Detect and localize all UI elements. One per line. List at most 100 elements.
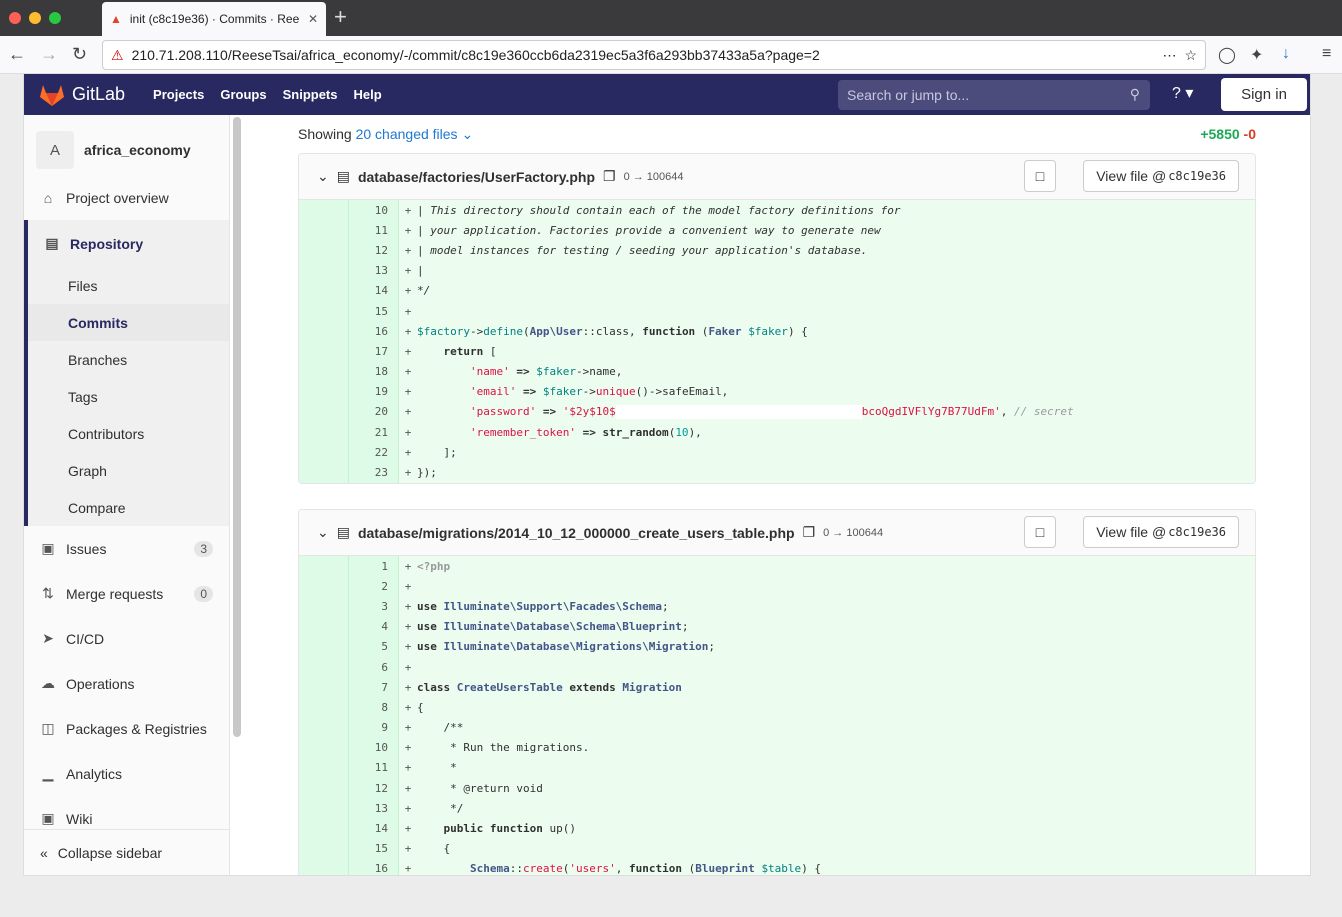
sidebar-subitem-branches[interactable]: Branches (28, 341, 229, 378)
chart-icon: ▁ (42, 765, 54, 781)
chevron-down-icon: ⌄ (461, 126, 474, 142)
sidebar-item-repository[interactable]: ▤ Repository (28, 220, 229, 267)
view-file-button[interactable]: View file @ c8c19e36 (1083, 516, 1239, 548)
view-file-label: View file @ (1096, 168, 1167, 184)
merge-request-icon: ⇅ (42, 585, 54, 601)
file-path[interactable]: database/factories/UserFactory.php (358, 169, 595, 185)
chevron-down-icon[interactable]: ⌄ (317, 524, 329, 541)
file-icon: ▤ (336, 168, 350, 184)
sidebar-subitem-commits[interactable]: Commits (28, 304, 229, 341)
sidebar-item-issues[interactable]: ▣ Issues 3 (24, 526, 229, 571)
sidebar-item-label: Operations (66, 675, 135, 692)
gitlab-tanuki-icon (40, 84, 64, 106)
search-input[interactable]: Search or jump to... ⚲ (838, 80, 1150, 110)
sidebar-subitem-compare[interactable]: Compare (28, 489, 229, 526)
sidebar-item-label: Issues (66, 540, 107, 557)
browser-status-area (0, 876, 1342, 917)
help-dropdown-icon[interactable]: ? ▾ (1172, 83, 1193, 103)
comment-icon: □ (1035, 524, 1045, 540)
search-icon: ⚲ (1129, 86, 1140, 102)
view-file-button[interactable]: View file @ c8c19e36 (1083, 160, 1239, 192)
brand-name: GitLab (72, 84, 126, 104)
diff-code: 1 + <?php 2 + 3 + use Illuminate\Support\Faca… (299, 556, 1255, 875)
nav-groups[interactable]: Groups (220, 87, 266, 102)
sidebar-item-label: Repository (70, 235, 144, 252)
maximize-window-icon[interactable] (49, 12, 61, 24)
issues-icon: ▣ (41, 540, 55, 556)
sidebar-item-label: CI/CD (66, 630, 105, 647)
diff-file-1: ⌄ ▤ database/factories/UserFactory.php ❐… (298, 153, 1256, 484)
toggle-comments-button[interactable]: □ (1024, 160, 1056, 192)
search-placeholder: Search or jump to... (847, 87, 970, 103)
address-input[interactable]: ⚠ 210.71.208.110/ReeseTsai/africa_econom… (102, 40, 1206, 70)
changed-files-summary: Showing 20 changed files ⌄ (298, 126, 473, 143)
gitlab-logo[interactable]: GitLab (40, 84, 125, 106)
collapse-sidebar-label: Collapse sidebar (57, 845, 163, 861)
sidebar-subitem-tags[interactable]: Tags (28, 378, 229, 415)
diff-stats: +5850 -0 (1200, 126, 1256, 142)
view-file-label: View file @ (1096, 524, 1167, 540)
book-icon: ▣ (41, 810, 55, 826)
browser-tab[interactable]: ▲ init (c8c19e36) · Commits · Ree ✕ (102, 2, 326, 36)
copy-path-icon[interactable]: ❐ (603, 168, 616, 185)
file-mode: 0 → 100644 (823, 526, 884, 539)
sidebar-repository-group: ▤ Repository Files Commits Branches Tags … (24, 220, 229, 526)
comment-icon: □ (1035, 168, 1045, 184)
minimize-window-icon[interactable] (29, 12, 41, 24)
copy-path-icon[interactable]: ❐ (803, 524, 816, 541)
showing-label: Showing (298, 126, 352, 142)
view-file-sha: c8c19e36 (1168, 169, 1226, 183)
download-icon[interactable]: ↓ (1282, 45, 1290, 63)
nav-snippets[interactable]: Snippets (283, 87, 338, 102)
close-window-icon[interactable] (9, 12, 21, 24)
commit-diff-content: Showing 20 changed files ⌄ +5850 -0 ⌄ ▤ … (298, 115, 1256, 875)
sidebar-item-label: Merge requests (66, 585, 164, 602)
sidebar-scrollbar[interactable] (233, 117, 241, 737)
extension-icon[interactable]: ✦ (1250, 45, 1263, 65)
toggle-comments-button[interactable]: □ (1024, 516, 1056, 548)
tab-title: init (c8c19e36) · Commits · Ree (129, 12, 300, 26)
reload-icon[interactable]: ↻ (72, 44, 87, 65)
shield-icon[interactable]: ◯ (1218, 45, 1236, 65)
back-icon[interactable]: ← (8, 44, 26, 65)
package-icon: ◫ (41, 720, 55, 736)
sidebar-project-header[interactable]: A africa_economy (24, 125, 229, 175)
sidebar-subitem-files[interactable]: Files (28, 267, 229, 304)
sidebar-subitem-contributors[interactable]: Contributors (28, 415, 229, 452)
view-file-sha: c8c19e36 (1168, 525, 1226, 539)
file-path[interactable]: database/migrations/2014_10_12_000000_cr… (358, 525, 795, 541)
gitlab-favicon-icon: ▲ (110, 12, 122, 26)
sidebar-item-label: Project overview (66, 189, 169, 206)
project-name: africa_economy (84, 142, 191, 158)
sidebar-item-project-overview[interactable]: ⌂ Project overview (24, 175, 229, 220)
nav-projects[interactable]: Projects (153, 87, 204, 102)
sidebar-item-merge-requests[interactable]: ⇅ Merge requests 0 (24, 571, 229, 616)
chevron-down-icon[interactable]: ⌄ (317, 168, 329, 185)
sidebar-item-cicd[interactable]: ➤ CI/CD (24, 616, 229, 661)
close-tab-icon[interactable]: ✕ (308, 12, 318, 26)
cloud-gear-icon: ☁ (41, 675, 55, 691)
sidebar-item-label: Wiki (66, 810, 93, 827)
sidebar-subitem-graph[interactable]: Graph (28, 452, 229, 489)
collapse-sidebar-button[interactable]: « Collapse sidebar (24, 829, 229, 875)
url-bar: ← → ↻ ⚠ 210.71.208.110/ReeseTsai/africa_… (0, 36, 1342, 74)
changed-files-link: 20 changed files (355, 126, 458, 142)
sidebar-item-packages[interactable]: ◫ Packages & Registries (24, 706, 229, 751)
sidebar-item-analytics[interactable]: ▁ Analytics (24, 751, 229, 796)
project-avatar: A (36, 131, 74, 169)
changed-files-dropdown[interactable]: 20 changed files ⌄ (356, 126, 474, 142)
forward-icon[interactable]: → (40, 44, 58, 65)
issues-count-badge: 3 (194, 540, 213, 557)
nav-help[interactable]: Help (354, 87, 382, 102)
bookmark-star-icon[interactable]: ☆ (1184, 47, 1197, 64)
browser-tab-bar: ▲ init (c8c19e36) · Commits · Ree ✕ + (0, 0, 1342, 36)
sidebar-item-operations[interactable]: ☁ Operations (24, 661, 229, 706)
diff-file-header: ⌄ ▤ database/factories/UserFactory.php ❐… (299, 154, 1255, 200)
new-tab-icon[interactable]: + (334, 6, 347, 28)
page-actions-icon[interactable]: ⋯ (1162, 47, 1176, 64)
menu-icon[interactable]: ≡ (1322, 45, 1331, 63)
file-icon: ▤ (336, 524, 350, 540)
sign-in-button[interactable]: Sign in (1221, 78, 1307, 111)
diff-file-header: ⌄ ▤ database/migrations/2014_10_12_00000… (299, 510, 1255, 556)
insecure-lock-icon: ⚠ (111, 46, 124, 63)
